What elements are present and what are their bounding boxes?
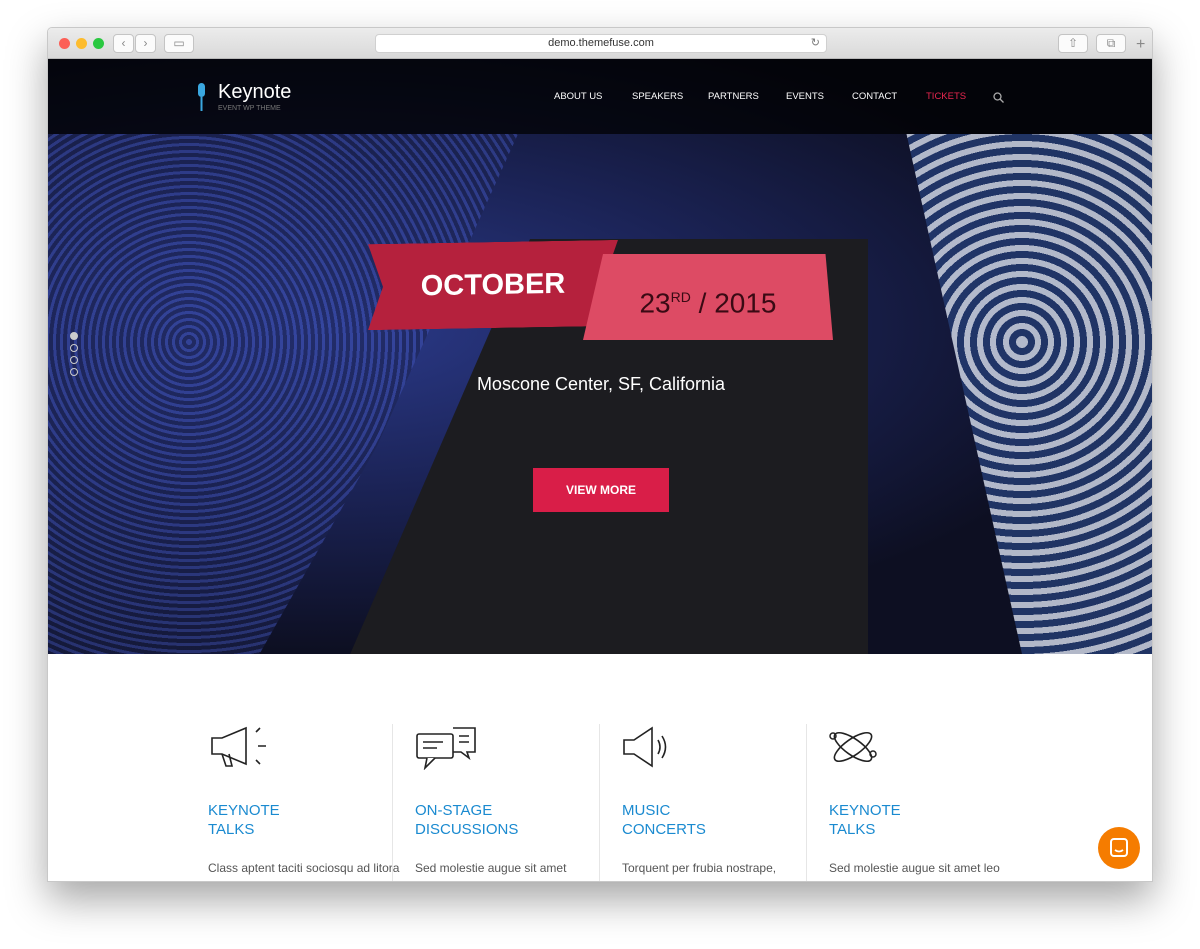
logo-title: Keynote [218, 81, 292, 103]
day-text: 23 [639, 287, 671, 319]
main-nav: Keynote EVENT WP THEME ABOUT US SPEAKERS … [48, 59, 1152, 134]
feature-title: ON-STAGE DISCUSSIONS [415, 802, 519, 838]
microphone-logo-icon [198, 83, 205, 111]
nav-events[interactable]: EVENTS [786, 91, 824, 102]
feature-title: KEYNOTE TALKS [829, 802, 901, 838]
feature-title: KEYNOTE TALKS [208, 802, 280, 838]
feature-card: KEYNOTE TALKS Class aptent taciti socios… [208, 724, 408, 881]
slide-dot-2[interactable] [70, 344, 78, 352]
month-banner: OCTOBER [368, 240, 618, 330]
chat-bubbles-icon [416, 727, 476, 771]
nav-contact[interactable]: CONTACT [852, 91, 897, 102]
url-text: demo.themefuse.com [548, 37, 654, 49]
minimize-window-button[interactable] [76, 38, 87, 49]
date-banner: 23RD / 2015 [583, 254, 833, 340]
feature-card: MUSIC CONCERTS Torquent per frubia nostr… [622, 724, 822, 881]
browser-toolbar: ‹ › ▭ demo.themefuse.com ↻ ⇧ ⧉ + [48, 28, 1152, 59]
divider [599, 724, 600, 881]
logo-subtitle: EVENT WP THEME [218, 105, 281, 112]
close-window-button[interactable] [59, 38, 70, 49]
chat-widget-button[interactable] [1098, 827, 1140, 869]
divider [806, 724, 807, 881]
share-icon[interactable]: ⇧ [1058, 34, 1088, 53]
feature-text: Torquent per frubia nostrape, inceptos h… [622, 861, 777, 881]
features-section: KEYNOTE TALKS Class aptent taciti socios… [48, 654, 1152, 881]
megaphone-icon [211, 726, 266, 767]
feature-text: Sed molestie augue sit amet consequat po… [415, 861, 568, 881]
tabs-icon[interactable]: ⧉ [1096, 34, 1126, 53]
slide-dot-4[interactable] [70, 368, 78, 376]
address-bar[interactable]: demo.themefuse.com ↻ [375, 34, 827, 53]
month-text: OCTOBER [420, 267, 566, 303]
logo[interactable]: Keynote EVENT WP THEME [218, 81, 291, 112]
venue-text: Moscone Center, SF, California [476, 374, 726, 394]
divider [392, 724, 393, 881]
forward-button[interactable]: › [135, 34, 156, 53]
hero-slider: Keynote EVENT WP THEME ABOUT US SPEAKERS … [48, 59, 1152, 654]
atom-icon [829, 731, 877, 763]
back-button[interactable]: ‹ [113, 34, 134, 53]
slide-dot-3[interactable] [70, 356, 78, 364]
chat-icon [1110, 838, 1128, 857]
maximize-window-button[interactable] [93, 38, 104, 49]
reload-icon[interactable]: ↻ [811, 35, 820, 52]
slide-dot-1[interactable] [70, 332, 78, 340]
day-suffix: RD [670, 289, 691, 305]
feature-card: ON-STAGE DISCUSSIONS Sed molestie augue … [415, 724, 615, 881]
sidebar-icon[interactable]: ▭ [164, 34, 194, 53]
feature-text: Sed molestie augue sit amet leo consequa… [829, 861, 1000, 881]
new-tab-icon[interactable]: + [1136, 36, 1145, 54]
nav-about-us[interactable]: ABOUT US [554, 91, 602, 102]
search-icon[interactable] [993, 92, 1004, 103]
nav-tickets[interactable]: TICKETS [926, 91, 966, 102]
browser-window: ‹ › ▭ demo.themefuse.com ↻ ⇧ ⧉ + Keynote E… [47, 27, 1153, 882]
year-text: / 2015 [698, 287, 777, 319]
nav-partners[interactable]: PARTNERS [708, 91, 759, 102]
feature-text: Class aptent taciti sociosqu ad litora t… [208, 861, 400, 881]
feature-card: KEYNOTE TALKS Sed molestie augue sit ame… [829, 724, 1029, 881]
nav-speakers[interactable]: SPEAKERS [632, 91, 683, 102]
speaker-icon [623, 726, 667, 768]
view-more-button[interactable]: VIEW MORE [533, 468, 669, 512]
feature-title: MUSIC CONCERTS [622, 802, 706, 838]
